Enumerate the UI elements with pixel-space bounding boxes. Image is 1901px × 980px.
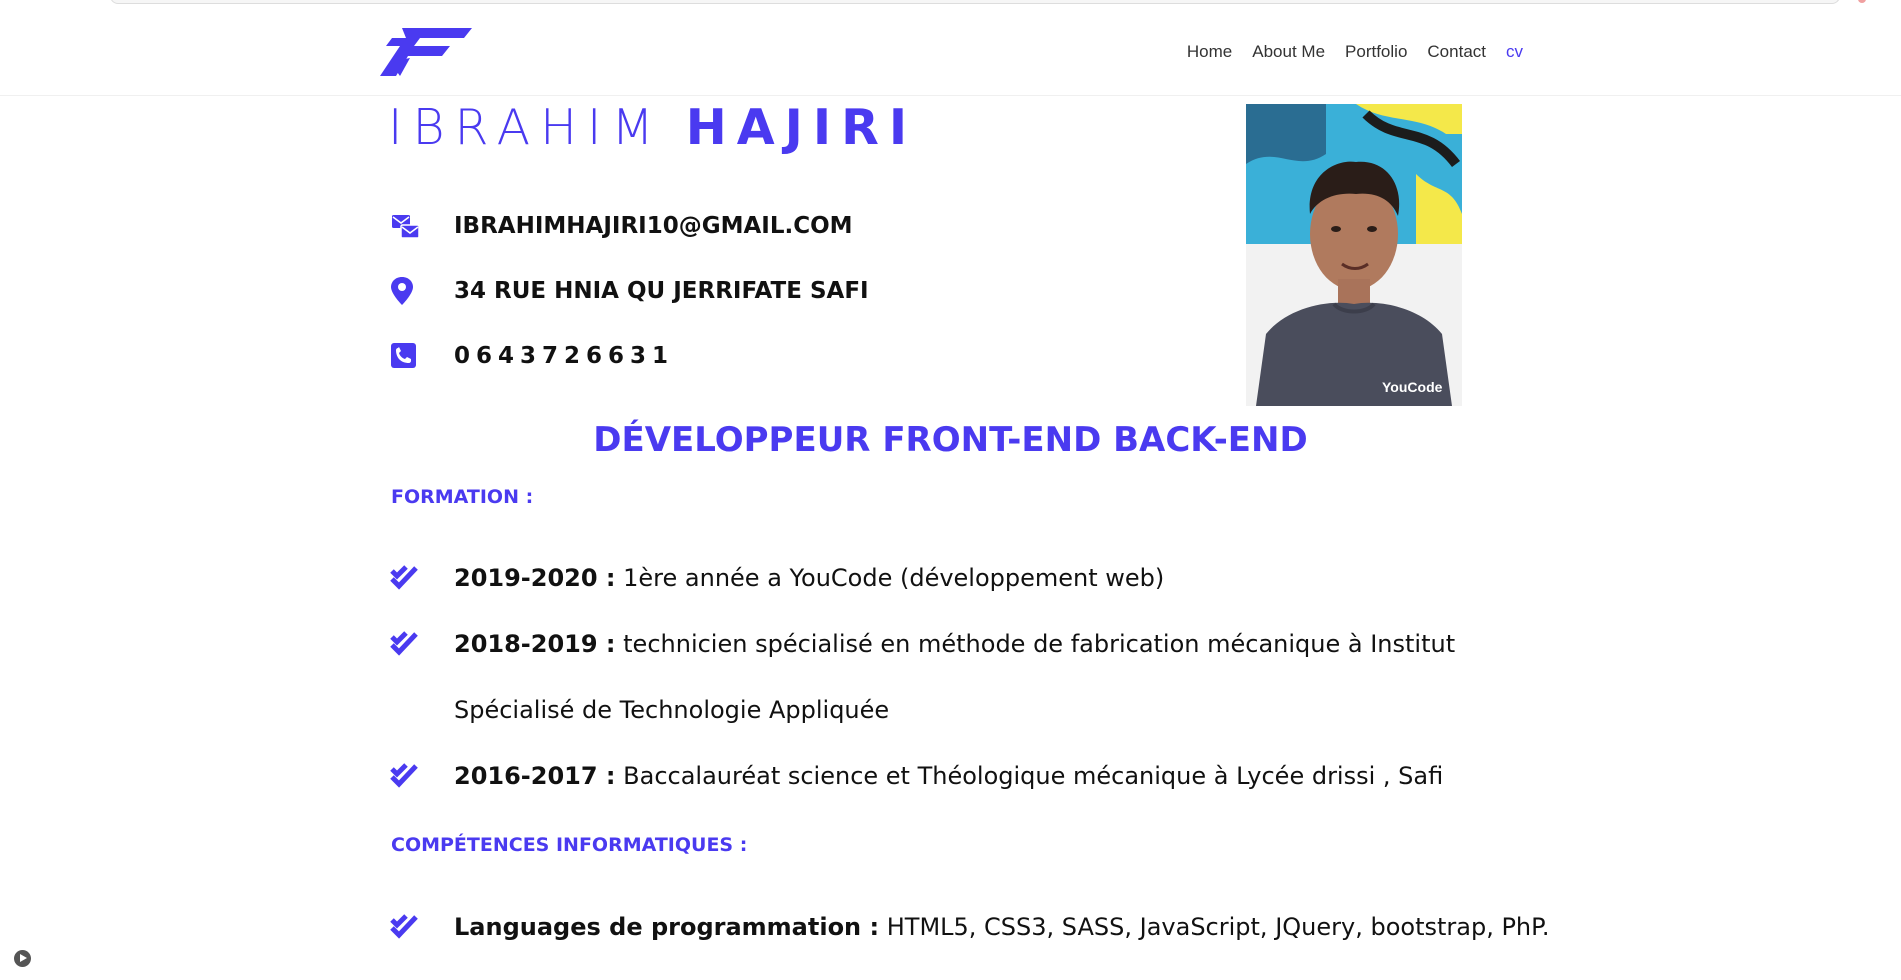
- map-marker-icon: [391, 277, 413, 305]
- role-title: DÉVELOPPEUR FRONT-END BACK-END: [593, 420, 1308, 460]
- mail-icon: [392, 215, 420, 239]
- email-text[interactable]: IBRAHIMHAJIRI10@GMAIL.COM: [454, 213, 853, 239]
- formation-item: 2016-2017 : Baccalauréat science et Théo…: [390, 761, 1564, 809]
- competence-label: Languages de programmation :: [454, 913, 880, 941]
- formation-label: 2019-2020 :: [454, 564, 616, 592]
- competences-title: COMPÉTENCES INFORMATIQUES :: [391, 834, 748, 856]
- phone-row: 0643726631: [390, 339, 674, 373]
- nav-portfolio[interactable]: Portfolio: [1345, 42, 1407, 62]
- formation-label: 2016-2017 :: [454, 762, 616, 790]
- formation-label: 2018-2019 :: [454, 630, 616, 658]
- double-check-icon: [390, 565, 418, 590]
- browser-indicator: [1858, 0, 1866, 3]
- address-bar-edge[interactable]: [110, 0, 1840, 4]
- nav-about-me[interactable]: About Me: [1252, 42, 1325, 62]
- profile-photo-illustration: YouCode: [1246, 104, 1462, 406]
- phone-icon: [391, 343, 416, 368]
- email-row: IBRAHIMHAJIRI10@GMAIL.COM: [390, 209, 853, 243]
- competence-desc: HTML5, CSS3, SASS, JavaScript, JQuery, b…: [879, 913, 1550, 941]
- address-text: 34 RUE HNIA QU JERRIFATE SAFI: [454, 278, 869, 304]
- photo-badge: YouCode: [1382, 379, 1443, 395]
- address-row: 34 RUE HNIA QU JERRIFATE SAFI: [390, 274, 869, 308]
- formation-title: FORMATION :: [391, 486, 534, 508]
- formation-desc: 1ère année a YouCode (développement web): [615, 564, 1165, 592]
- profile-photo: YouCode: [1246, 104, 1462, 406]
- site-header: Home About Me Portfolio Contact cv: [0, 6, 1901, 96]
- competence-item: Languages de programmation : HTML5, CSS3…: [390, 912, 1564, 960]
- first-name: IBRAHIM: [388, 99, 664, 156]
- phone-text[interactable]: 0643726631: [454, 343, 674, 369]
- nav-cv[interactable]: cv: [1506, 42, 1523, 62]
- formation-desc: Baccalauréat science et Théologique méca…: [615, 762, 1444, 790]
- nav-home[interactable]: Home: [1187, 42, 1232, 62]
- nav-contact[interactable]: Contact: [1427, 42, 1486, 62]
- double-check-icon: [390, 631, 418, 656]
- play-icon[interactable]: [14, 950, 31, 967]
- formation-item: 2019-2020 : 1ère année a YouCode (dévelo…: [390, 563, 1564, 611]
- main-nav: Home About Me Portfolio Contact cv: [1187, 42, 1523, 62]
- profile-name: IBRAHIM HAJIRI: [388, 99, 917, 156]
- double-check-icon: [390, 914, 418, 939]
- formation-item: 2018-2019 : technicien spécialisé en mét…: [390, 629, 1564, 743]
- double-check-icon: [390, 763, 418, 788]
- f-logo-icon[interactable]: [380, 26, 472, 82]
- last-name: HAJIRI: [685, 99, 918, 156]
